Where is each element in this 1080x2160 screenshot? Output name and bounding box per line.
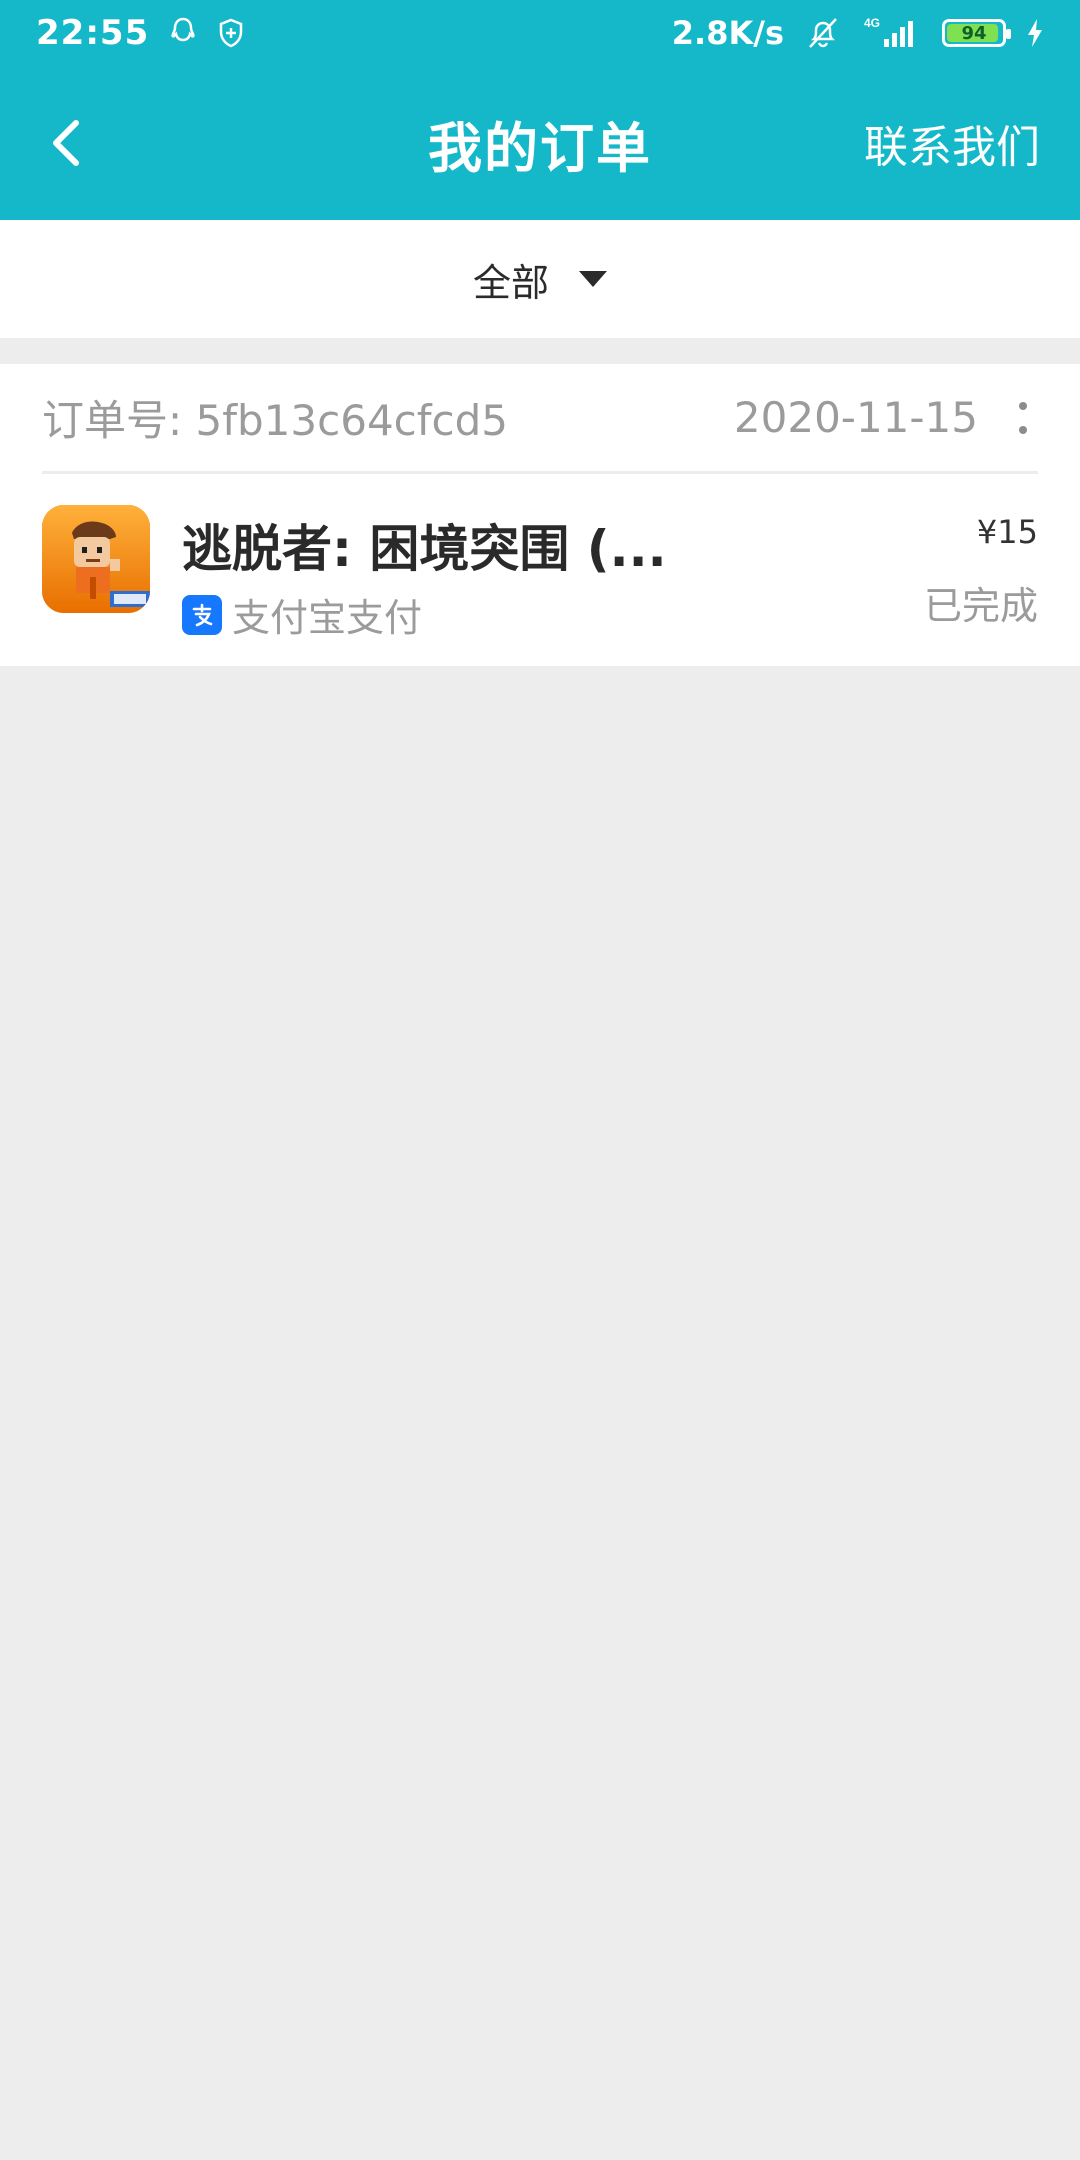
qq-icon xyxy=(169,17,197,49)
order-date: 2020-11-15 xyxy=(733,393,978,442)
contact-us-button[interactable]: 联系我们 xyxy=(864,111,1040,175)
charging-icon xyxy=(1026,18,1044,48)
back-button[interactable] xyxy=(36,113,96,173)
battery-level: 94 xyxy=(961,22,987,44)
order-price: ¥15 xyxy=(976,513,1038,551)
alipay-icon xyxy=(182,594,222,635)
order-header: 订单号: 5fb13c64cfcd5 2020-11-15 xyxy=(42,364,1038,474)
app-header-bar: 22:55 2.8K/s 4G 94 我的订单 联系我们 xyxy=(0,0,1080,220)
status-time: 22:55 xyxy=(36,13,150,53)
order-card[interactable]: 订单号: 5fb13c64cfcd5 2020-11-15 逃脱者: 困境突围 … xyxy=(0,364,1080,666)
game-app-icon xyxy=(42,505,150,613)
more-vertical-icon-dot xyxy=(1019,425,1027,434)
page-title: 我的订单 xyxy=(428,116,652,180)
order-id: 订单号: 5fb13c64cfcd5 xyxy=(42,387,508,448)
back-arrow-icon xyxy=(53,120,79,166)
payment-method: 支付宝支付 xyxy=(182,587,422,642)
order-header-right: 2020-11-15 xyxy=(734,393,1038,442)
shield-icon xyxy=(217,17,245,49)
filter-dropdown[interactable]: 全部 xyxy=(0,220,1080,338)
order-body: 逃脱者: 困境突围 (... 支付宝支付 ¥15 已完成 xyxy=(42,477,1038,666)
more-vertical-icon-dot xyxy=(1019,401,1027,410)
status-bar: 22:55 2.8K/s 4G 94 xyxy=(0,0,1080,66)
order-status: 已完成 xyxy=(923,584,1038,628)
app-header: 我的订单 联系我们 xyxy=(0,66,1080,220)
battery-indicator: 94 xyxy=(942,19,1011,47)
signal-icon: 4G xyxy=(862,15,922,51)
network-type: 4G xyxy=(864,16,880,30)
payment-method-label: 支付宝支付 xyxy=(232,596,423,640)
filter-selected-label: 全部 xyxy=(472,260,549,305)
muted-bell-icon xyxy=(804,15,842,51)
item-name: 逃脱者: 困境突围 (... xyxy=(182,520,667,578)
status-right: 2.8K/s 4G 94 xyxy=(672,14,1044,52)
more-options-button[interactable] xyxy=(1008,394,1038,442)
order-id-value: 5fb13c64cfcd5 xyxy=(195,396,509,445)
network-speed: 2.8K/s xyxy=(671,14,784,52)
caret-down-icon xyxy=(579,271,607,287)
status-left: 22:55 xyxy=(36,13,245,53)
order-id-label: 订单号: xyxy=(42,396,196,445)
